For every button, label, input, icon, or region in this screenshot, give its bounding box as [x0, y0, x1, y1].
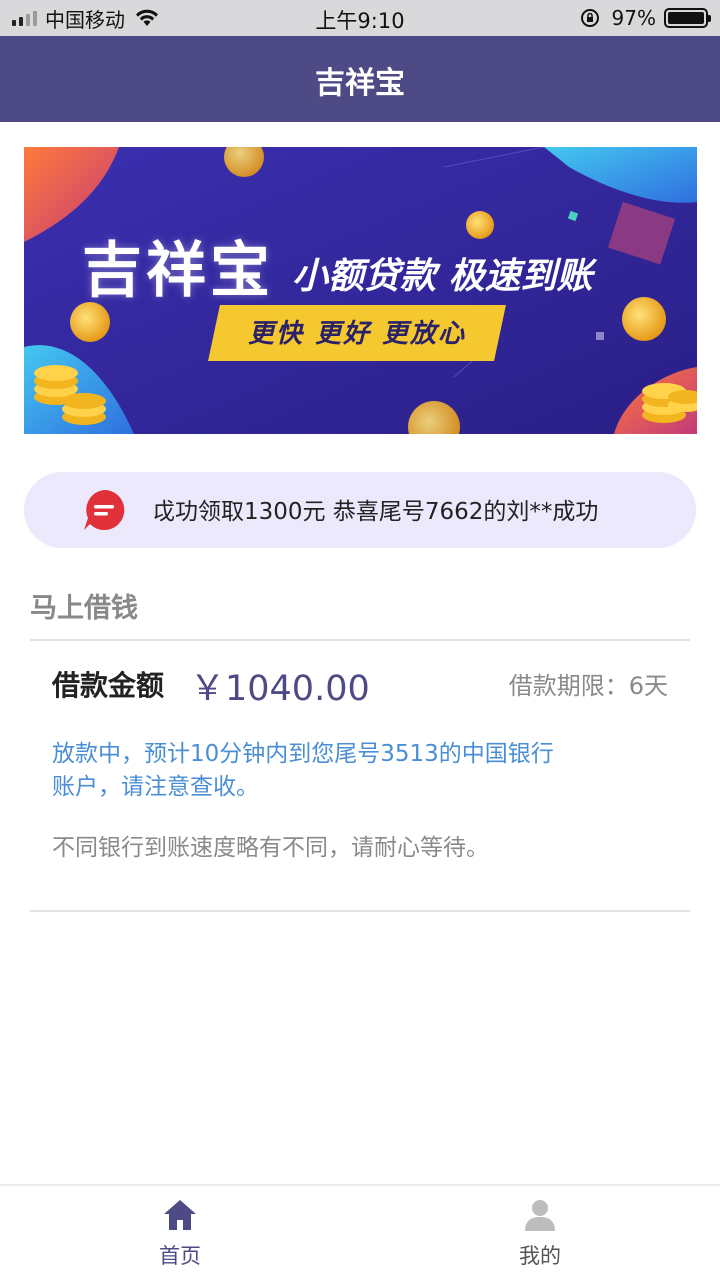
notice-text: 戉功领取1300元 恭喜尾号7662的刘**成功	[152, 499, 599, 525]
battery-percent: 97%	[611, 6, 656, 30]
section-title: 马上借钱	[30, 593, 138, 624]
banner-tagline: 更快 更好 更放心	[247, 319, 467, 349]
banner-slogan: 小额贷款 极速到账	[292, 256, 593, 297]
promo-banner[interactable]: 吉祥宝 小额贷款 极速到账 更快 更好 更放心	[24, 147, 697, 434]
banner-brand: 吉祥宝	[82, 236, 274, 306]
message-icon	[84, 489, 125, 530]
rotation-lock-icon	[580, 9, 599, 27]
home-icon	[164, 1200, 196, 1230]
tab-mine[interactable]: 我的	[440, 1198, 640, 1278]
page-title: 吉祥宝	[315, 66, 405, 101]
loan-amount-label: 借款金额	[52, 669, 165, 702]
disbursement-status: 放款中，预计10分钟内到您尾号3513的中国银行账户，请注意查收。	[52, 741, 554, 800]
battery-icon	[664, 8, 711, 28]
tab-home-label: 首页	[159, 1244, 201, 1268]
tab-home[interactable]: 首页	[80, 1198, 280, 1278]
section-divider	[30, 639, 690, 641]
loan-term: 借款期限：6天	[508, 672, 668, 700]
content-divider	[30, 910, 690, 912]
tab-mine-label: 我的	[519, 1244, 561, 1268]
arrival-hint: 不同银行到账速度略有不同，请耐心等待。	[52, 835, 489, 861]
status-bar-right: 97%	[580, 6, 711, 30]
notice-marquee[interactable]: 戉功领取1300元 恭喜尾号7662的刘**成功	[24, 472, 696, 548]
nav-bar: 吉祥宝	[0, 36, 720, 122]
status-bar: 中国移动 上午9:10 97%	[0, 0, 720, 36]
tab-bar: 首页 我的	[0, 1184, 720, 1280]
loan-summary: 借款金额 ￥1040.00 借款期限：6天	[52, 660, 668, 709]
loan-amount-value: ￥1040.00	[190, 669, 370, 709]
user-icon	[525, 1200, 555, 1231]
